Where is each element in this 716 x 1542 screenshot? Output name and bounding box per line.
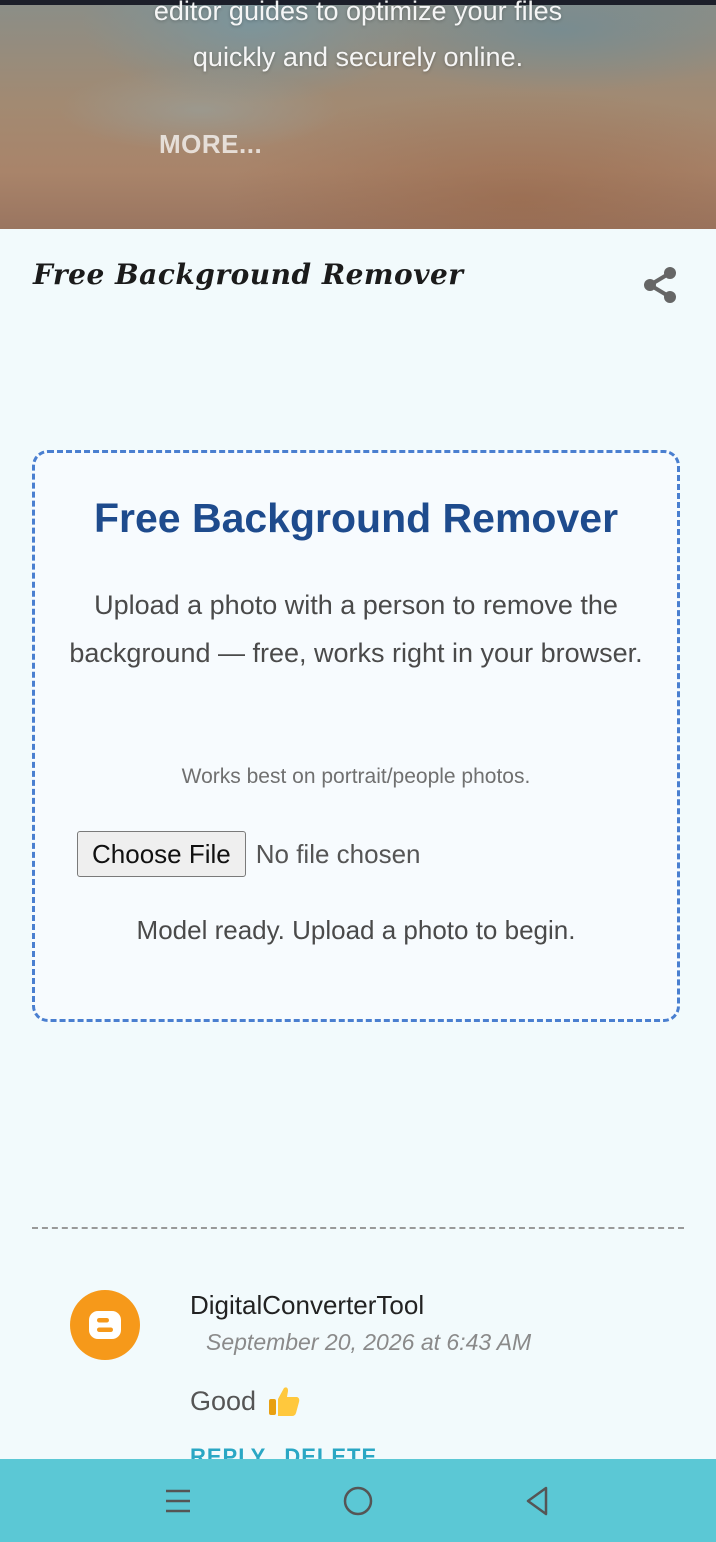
blogger-logo-icon bbox=[89, 1311, 121, 1339]
system-navigation-bar bbox=[0, 1459, 716, 1542]
thumbs-up-icon bbox=[269, 1387, 300, 1416]
share-button[interactable] bbox=[640, 265, 680, 305]
tool-note: Works best on portrait/people photos. bbox=[181, 765, 531, 788]
comment-body: Good bbox=[190, 1383, 302, 1419]
hero-description: editor guides to optimize your files qui… bbox=[60, 0, 656, 80]
post-title: Free Background Remover bbox=[33, 258, 464, 291]
comment-text: Good bbox=[190, 1385, 257, 1416]
back-button[interactable] bbox=[520, 1483, 556, 1519]
home-circle-icon bbox=[343, 1486, 373, 1516]
file-status: No file chosen bbox=[255, 838, 421, 869]
comments-divider bbox=[32, 1227, 684, 1229]
comment-date[interactable]: September 20, 2026 at 6:43 AM bbox=[206, 1329, 531, 1356]
comment-author[interactable]: DigitalConverterTool bbox=[190, 1290, 424, 1321]
model-status: Model ready. Upload a photo to begin. bbox=[136, 915, 576, 945]
back-triangle-icon bbox=[526, 1486, 548, 1516]
more-link[interactable]: MORE... bbox=[159, 129, 262, 160]
choose-file-button[interactable]: Choose File bbox=[77, 831, 246, 877]
tool-intro: Upload a photo with a person to remove t… bbox=[69, 590, 643, 668]
avatar[interactable] bbox=[70, 1290, 140, 1360]
menu-button[interactable] bbox=[160, 1483, 196, 1519]
hero-description-line-1: editor guides to optimize your files bbox=[153, 0, 563, 26]
home-button[interactable] bbox=[340, 1483, 376, 1519]
tool-heading: Free Background Remover bbox=[93, 495, 619, 541]
menu-icon bbox=[166, 1489, 190, 1513]
hero-description-line-2: quickly and securely online. bbox=[192, 42, 524, 72]
share-icon bbox=[644, 267, 676, 303]
hero-banner: editor guides to optimize your files qui… bbox=[0, 0, 716, 229]
file-input: Choose File No file chosen bbox=[77, 831, 421, 877]
background-remover-card: Free Background Remover Upload a photo w… bbox=[32, 450, 680, 1022]
